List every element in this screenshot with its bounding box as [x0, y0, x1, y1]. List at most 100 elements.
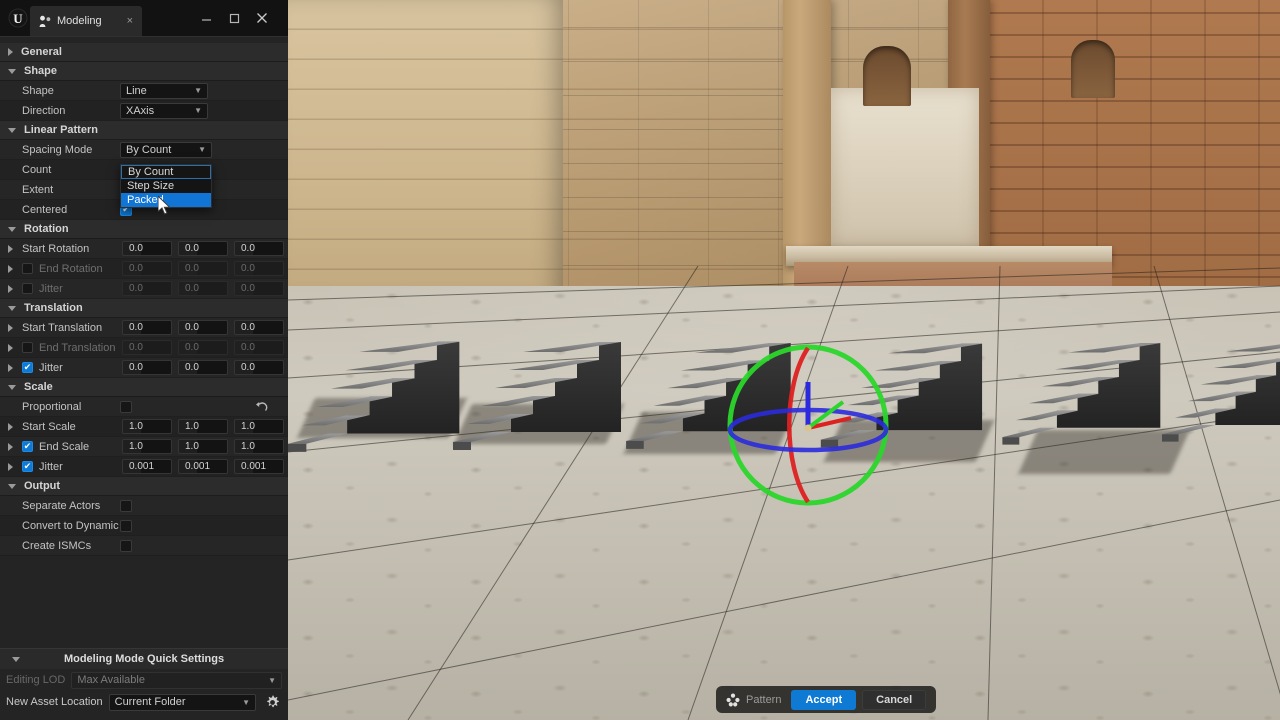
row-convert-to-dynamic[interactable]: Convert to Dynamic — [0, 516, 288, 536]
scale-jitter-x[interactable]: 0.001 — [122, 459, 172, 474]
row-start-rotation[interactable]: Start Rotation 0.0 0.0 0.0 — [0, 239, 288, 259]
expand-arrow-icon[interactable] — [8, 265, 13, 273]
create-ismcs-checkbox[interactable] — [120, 539, 132, 552]
row-direction[interactable]: Direction XAxis ▼ — [0, 101, 288, 121]
row-scale-jitter[interactable]: Jitter 0.001 0.001 0.001 — [0, 457, 288, 477]
expand-arrow-icon[interactable] — [8, 443, 13, 451]
end-translation-checkbox[interactable] — [22, 342, 33, 353]
dropdown-option-by-count[interactable]: By Count — [121, 165, 211, 179]
translation-jitter-y[interactable]: 0.0 — [178, 360, 228, 375]
start-translation-vector[interactable]: 0.0 0.0 0.0 — [122, 320, 284, 335]
translation-jitter-x[interactable]: 0.0 — [122, 360, 172, 375]
spacing-mode-dropdown[interactable]: By Count Step Size Packed — [120, 164, 212, 208]
direction-combo[interactable]: XAxis ▼ — [120, 102, 208, 119]
expand-arrow-icon[interactable] — [8, 245, 13, 253]
rotation-jitter-x[interactable]: 0.0 — [122, 281, 172, 296]
end-rotation-checkbox[interactable] — [22, 263, 33, 274]
rotation-jitter-y[interactable]: 0.0 — [178, 281, 228, 296]
category-output[interactable]: Output — [0, 477, 288, 496]
row-proportional[interactable]: Proportional — [0, 397, 288, 417]
scale-jitter-checkbox[interactable] — [22, 461, 33, 472]
row-new-asset-location[interactable]: New Asset Location Current Folder ▼ — [0, 691, 288, 713]
minimize-button[interactable] — [193, 8, 219, 28]
category-scale[interactable]: Scale — [0, 378, 288, 397]
start-rotation-vector[interactable]: 0.0 0.0 0.0 — [122, 241, 284, 256]
end-rotation-x[interactable]: 0.0 — [122, 261, 172, 276]
start-scale-x[interactable]: 1.0 — [122, 419, 172, 434]
reset-arrow-icon[interactable] — [254, 400, 268, 414]
category-linear-pattern[interactable]: Linear Pattern — [0, 121, 288, 140]
row-start-scale[interactable]: Start Scale 1.0 1.0 1.0 — [0, 417, 288, 437]
start-translation-x[interactable]: 0.0 — [122, 320, 172, 335]
row-spacing-mode[interactable]: Spacing Mode By Count ▼ — [0, 140, 288, 160]
start-rotation-z[interactable]: 0.0 — [234, 241, 284, 256]
category-translation[interactable]: Translation — [0, 299, 288, 318]
end-translation-x[interactable]: 0.0 — [122, 340, 172, 355]
start-translation-z[interactable]: 0.0 — [234, 320, 284, 335]
end-rotation-y[interactable]: 0.0 — [178, 261, 228, 276]
start-scale-vector[interactable]: 1.0 1.0 1.0 — [122, 419, 284, 434]
row-end-scale[interactable]: End Scale 1.0 1.0 1.0 — [0, 437, 288, 457]
cancel-button[interactable]: Cancel — [862, 689, 927, 710]
scale-jitter-y[interactable]: 0.001 — [178, 459, 228, 474]
expand-arrow-icon[interactable] — [8, 423, 13, 431]
end-rotation-vector[interactable]: 0.0 0.0 0.0 — [122, 261, 284, 276]
row-end-rotation[interactable]: End Rotation 0.0 0.0 0.0 — [0, 259, 288, 279]
end-scale-y[interactable]: 1.0 — [178, 439, 228, 454]
rotation-jitter-checkbox[interactable] — [22, 283, 33, 294]
tab-modeling[interactable]: Modeling × — [30, 6, 142, 36]
editing-lod-combo[interactable]: Max Available ▼ — [71, 671, 282, 689]
expand-arrow-icon[interactable] — [8, 463, 13, 471]
row-separate-actors[interactable]: Separate Actors — [0, 496, 288, 516]
row-create-ismcs[interactable]: Create ISMCs — [0, 536, 288, 556]
start-translation-y[interactable]: 0.0 — [178, 320, 228, 335]
end-translation-vector[interactable]: 0.0 0.0 0.0 — [122, 340, 284, 355]
expand-arrow-icon[interactable] — [8, 285, 13, 293]
expand-arrow-icon[interactable] — [8, 324, 13, 332]
rotation-jitter-vector[interactable]: 0.0 0.0 0.0 — [122, 281, 284, 296]
tab-close-icon[interactable]: × — [124, 15, 136, 27]
row-editing-lod[interactable]: Editing LOD Max Available ▼ — [0, 669, 288, 691]
separate-actors-checkbox[interactable] — [120, 499, 132, 512]
start-rotation-y[interactable]: 0.0 — [178, 241, 228, 256]
scale-jitter-z[interactable]: 0.001 — [234, 459, 284, 474]
start-rotation-x[interactable]: 0.0 — [122, 241, 172, 256]
expand-arrow-icon[interactable] — [8, 364, 13, 372]
translation-jitter-z[interactable]: 0.0 — [234, 360, 284, 375]
maximize-button[interactable] — [221, 8, 247, 28]
end-scale-checkbox[interactable] — [22, 441, 33, 452]
close-button[interactable] — [249, 8, 275, 28]
end-rotation-z[interactable]: 0.0 — [234, 261, 284, 276]
dropdown-option-step-size[interactable]: Step Size — [121, 179, 211, 193]
rotation-gizmo[interactable] — [723, 340, 893, 510]
start-scale-z[interactable]: 1.0 — [234, 419, 284, 434]
window-titlebar[interactable]: U Modeling × — [0, 0, 287, 36]
category-general[interactable]: General — [0, 43, 288, 62]
spacing-mode-combo[interactable]: By Count ▼ — [120, 141, 212, 158]
property-list[interactable]: General Shape Shape Line ▼ Direction XAx… — [0, 36, 288, 648]
proportional-checkbox[interactable] — [120, 400, 132, 413]
translation-jitter-checkbox[interactable] — [22, 362, 33, 373]
end-translation-y[interactable]: 0.0 — [178, 340, 228, 355]
gear-icon[interactable] — [262, 692, 282, 712]
category-rotation[interactable]: Rotation — [0, 220, 288, 239]
end-scale-x[interactable]: 1.0 — [122, 439, 172, 454]
row-translation-jitter[interactable]: Jitter 0.0 0.0 0.0 — [0, 358, 288, 378]
end-translation-z[interactable]: 0.0 — [234, 340, 284, 355]
start-scale-y[interactable]: 1.0 — [178, 419, 228, 434]
category-shape[interactable]: Shape — [0, 62, 288, 81]
translation-jitter-vector[interactable]: 0.0 0.0 0.0 — [122, 360, 284, 375]
dropdown-option-packed[interactable]: Packed — [121, 193, 211, 207]
new-asset-location-combo[interactable]: Current Folder ▼ — [108, 693, 256, 711]
level-viewport[interactable]: Pattern Accept Cancel — [288, 0, 1280, 720]
expand-arrow-icon[interactable] — [8, 344, 13, 352]
convert-to-dynamic-checkbox[interactable] — [120, 519, 132, 532]
scale-jitter-vector[interactable]: 0.001 0.001 0.001 — [122, 459, 284, 474]
row-shape[interactable]: Shape Line ▼ — [0, 81, 288, 101]
shape-combo[interactable]: Line ▼ — [120, 82, 208, 99]
quick-settings-header[interactable]: Modeling Mode Quick Settings — [0, 649, 288, 669]
accept-button[interactable]: Accept — [791, 689, 857, 710]
row-rotation-jitter[interactable]: Jitter 0.0 0.0 0.0 — [0, 279, 288, 299]
row-end-translation[interactable]: End Translation 0.0 0.0 0.0 — [0, 338, 288, 358]
end-scale-vector[interactable]: 1.0 1.0 1.0 — [122, 439, 284, 454]
